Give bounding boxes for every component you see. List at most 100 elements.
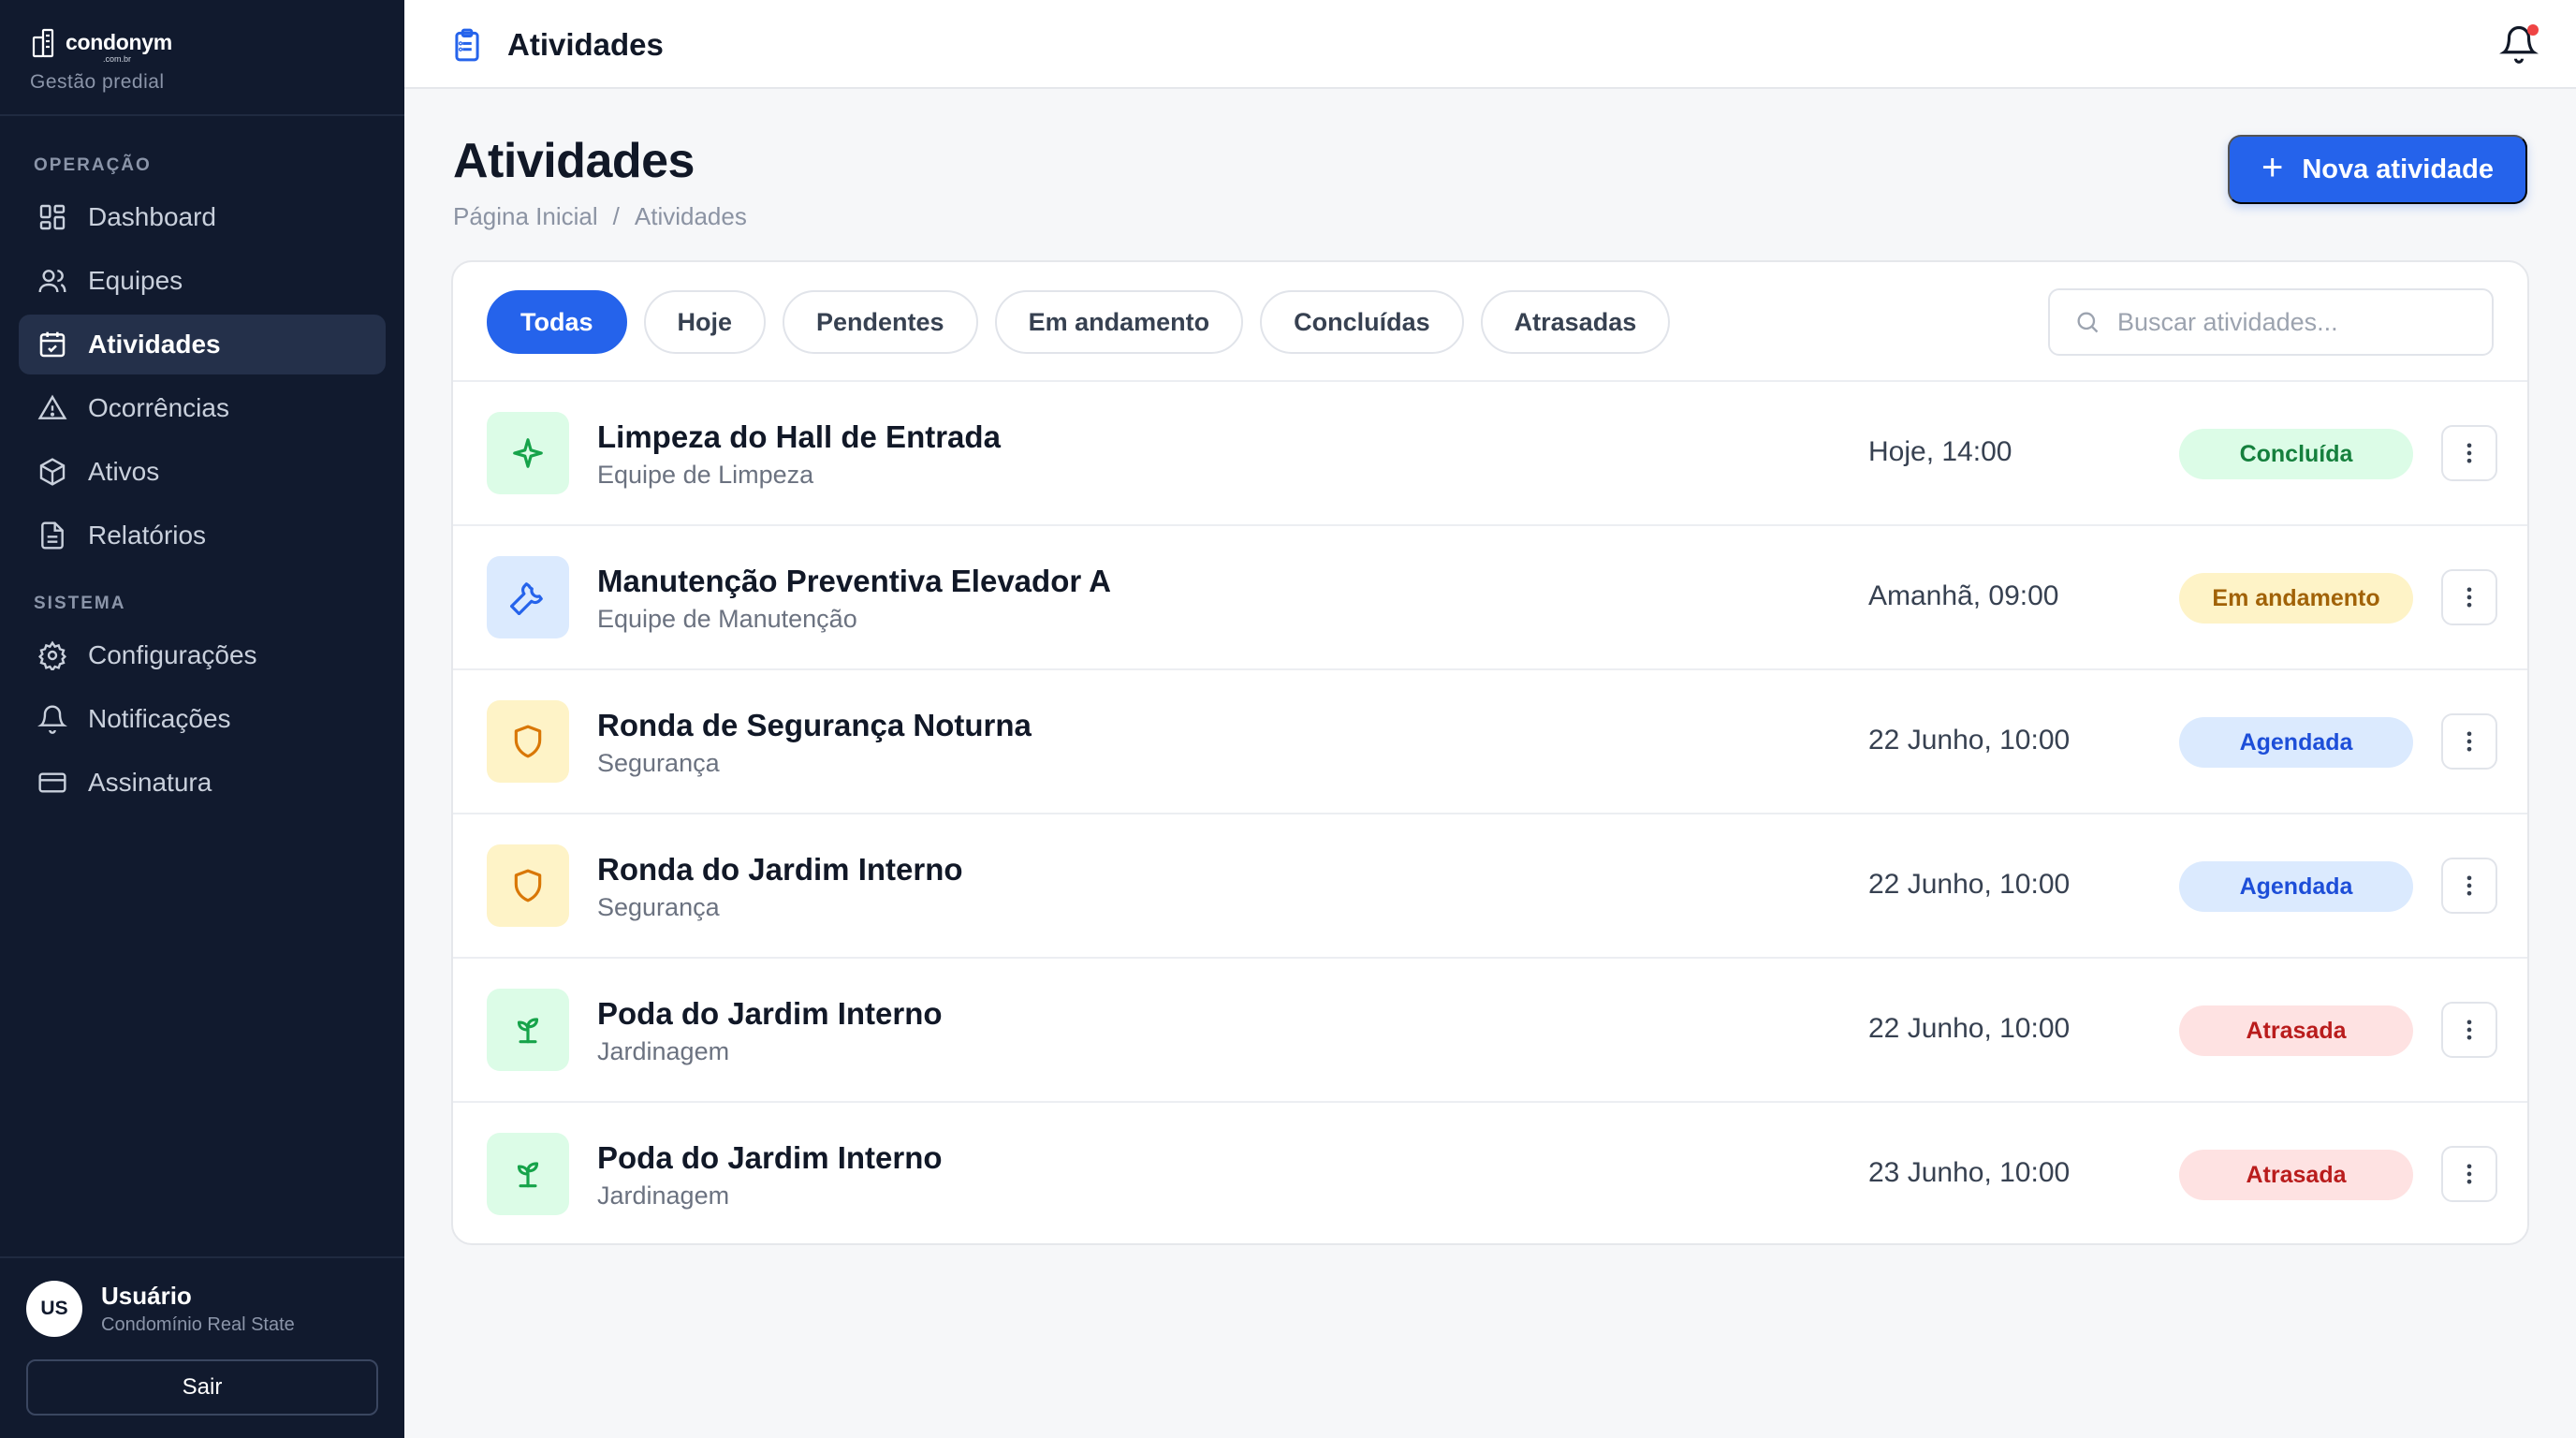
search-box[interactable] [2048,288,2494,356]
activity-row[interactable]: Limpeza do Hall de Entrada Equipe de Lim… [453,380,2527,524]
activity-icon-tile [487,556,569,638]
breadcrumb-home[interactable]: Página Inicial [453,202,598,231]
sidebar-divider [0,114,404,116]
alert-triangle-icon [37,394,67,419]
topbar-title: Atividades [449,0,664,89]
more-vertical-icon [2466,443,2472,463]
more-options-button[interactable] [2441,858,2497,914]
sidebar-item-atividades[interactable]: Atividades [19,315,386,374]
sidebar-item-notificacoes[interactable]: Notificações [19,689,386,749]
users-icon [38,270,66,293]
activity-team: Jardinagem [597,1181,730,1210]
sidebar-item-assinatura[interactable]: Assinatura [19,753,386,813]
search-input[interactable] [2117,307,2473,337]
sprout-icon [517,1162,539,1188]
activity-icon-tile [487,844,569,927]
activity-list: Limpeza do Hall de Entrada Equipe de Lim… [453,380,2527,1243]
topbar-title-text: Atividades [507,26,664,62]
activity-date: 23 Junho, 10:00 [1868,1157,2071,1188]
activity-date: Amanhã, 09:00 [1868,580,2059,611]
activity-date: 22 Junho, 10:00 [1868,725,2071,756]
sidebar-item-label: Configurações [88,640,257,669]
activity-date: Hoje, 14:00 [1868,436,2012,467]
box-icon [39,458,66,486]
page-title: Atividades [453,134,695,188]
logout-button[interactable]: Sair [26,1359,378,1416]
filter-hoje[interactable]: Hoje [643,290,767,354]
sidebar-item-dashboard[interactable]: Dashboard [19,187,386,247]
activity-row[interactable]: Ronda do Jardim Interno Segurança 22 Jun… [453,813,2527,957]
breadcrumb-current: Atividades [634,202,747,230]
status-badge: Agendada [2179,861,2413,912]
more-options-button[interactable] [2441,1146,2497,1202]
new-activity-label: Nova atividade [2302,154,2495,184]
status-badge: Atrasada [2179,1150,2413,1200]
breadcrumb-separator: / [612,202,620,230]
bell-icon [37,705,67,734]
activity-team: Segurança [597,749,720,777]
plus-icon: + [2261,147,2284,188]
activity-row[interactable]: Poda do Jardim Interno Jardinagem 22 Jun… [453,957,2527,1101]
sidebar-item-label: Notificações [88,704,231,733]
shield-icon [514,869,542,902]
more-options-button[interactable] [2441,569,2497,625]
sidebar-section-operation: OPERAÇÃO [34,155,152,175]
breadcrumb: Página Inicial / Atividades [453,202,747,231]
activity-team: Segurança [597,893,720,921]
sidebar-item-equipes[interactable]: Equipes [19,251,386,311]
activity-title: Ronda do Jardim Interno [597,852,963,887]
filter-todas[interactable]: Todas [487,290,627,354]
activities-card: Todas Hoje Pendentes Em andamento Conclu… [451,260,2529,1245]
activity-title: Manutenção Preventiva Elevador A [597,564,1111,598]
activity-icon-tile [487,412,569,494]
dashboard-icon [39,204,66,230]
wrench-icon [510,582,543,615]
sidebar-item-ocorrencias[interactable]: Ocorrências [19,378,386,438]
sidebar-item-label: Equipes [88,266,183,295]
sidebar-divider [0,1256,404,1258]
more-options-button[interactable] [2441,425,2497,481]
user-profile[interactable]: US Usuário Condomínio Real State [26,1281,295,1337]
file-text-icon [41,521,64,550]
search-icon [2077,312,2099,333]
brand-name: condonym [66,29,172,54]
credit-card-icon [38,772,66,793]
shield-icon [514,725,542,758]
activity-icon-tile [487,989,569,1071]
sidebar: condonym .com.br Gestão predial OPERAÇÃO… [0,0,404,1438]
more-options-button[interactable] [2441,713,2497,770]
sidebar-item-relatorios[interactable]: Relatórios [19,506,386,565]
more-options-button[interactable] [2441,1002,2497,1058]
avatar: US [26,1281,82,1337]
activity-title: Poda do Jardim Interno [597,1140,943,1175]
brand-subtitle: Gestão predial [30,71,165,93]
sidebar-item-label: Dashboard [88,202,216,231]
user-name: Usuário [101,1282,192,1310]
sidebar-item-configuracoes[interactable]: Configurações [19,625,386,685]
filter-atrasadas[interactable]: Atrasadas [1480,290,1671,354]
filter-em-andamento[interactable]: Em andamento [994,290,1244,354]
calendar-check-icon [39,331,66,358]
activity-team: Equipe de Limpeza [597,461,814,489]
filter-pendentes[interactable]: Pendentes [783,290,978,354]
status-badge: Em andamento [2179,573,2413,624]
activity-row[interactable]: Ronda de Segurança Noturna Segurança 22 … [453,668,2527,813]
user-org: Condomínio Real State [101,1314,295,1335]
sprout-icon [517,1018,539,1044]
sparkle-icon [513,438,543,468]
brand[interactable]: condonym .com.br Gestão predial [30,26,172,94]
activity-row[interactable]: Poda do Jardim Interno Jardinagem 23 Jun… [453,1101,2527,1243]
more-vertical-icon [2466,1020,2472,1040]
activity-row[interactable]: Manutenção Preventiva Elevador A Equipe … [453,524,2527,668]
sidebar-item-ativos[interactable]: Ativos [19,442,386,502]
clipboard-list-icon [455,28,479,61]
more-vertical-icon [2466,731,2472,752]
activity-icon-tile [487,700,569,783]
filter-concluidas[interactable]: Concluídas [1260,290,1464,354]
sidebar-item-label: Ocorrências [88,393,229,422]
activity-date: 22 Junho, 10:00 [1868,869,2071,900]
activity-team: Equipe de Manutenção [597,605,857,633]
new-activity-button[interactable]: + Nova atividade [2228,135,2527,204]
brand-tld: .com.br [103,54,132,64]
sidebar-item-label: Assinatura [88,768,212,797]
